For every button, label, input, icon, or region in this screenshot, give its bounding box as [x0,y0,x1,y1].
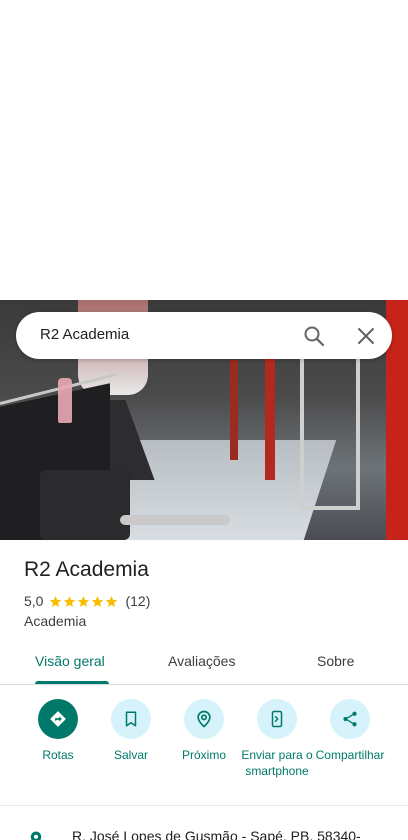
star-icon [64,595,76,607]
photo-bike-bar [120,515,230,525]
close-icon[interactable] [354,324,378,348]
star-icon [50,595,62,607]
star-icon [78,595,90,607]
nearby-button[interactable]: Próximo [164,699,244,763]
send-to-phone-icon [271,710,283,728]
save-label: Salvar [113,748,148,762]
place-category: Academia [24,613,87,629]
address-text: R. José Lopes de Gusmão - Sapé, PB, 5834… [72,828,361,840]
tab-reviews[interactable]: Avaliações [168,653,235,669]
tab-overview[interactable]: Visão geral [35,653,105,669]
place-title: R2 Academia [24,558,149,581]
send-to-phone-circle[interactable] [257,699,297,739]
location-pin-icon [30,831,42,840]
directions-circle[interactable] [38,699,78,739]
star-icon [92,595,104,607]
address-row[interactable]: R. José Lopes de Gusmão - Sapé, PB, 5834… [0,822,408,840]
search-icon[interactable] [302,324,326,348]
map-blank-area [0,0,408,300]
photo-bike [40,470,130,540]
tab-about[interactable]: Sobre [317,653,354,669]
nearby-icon [197,710,211,728]
search-input[interactable]: R2 Academia [40,326,129,343]
photo-rack [230,360,238,460]
rating-stars [49,595,119,608]
share-button[interactable]: Compartilhar [310,699,390,763]
nearby-circle[interactable] [184,699,224,739]
directions-button[interactable]: Rotas [18,699,98,763]
save-button[interactable]: Salvar [91,699,171,763]
search-bar[interactable]: R2 Academia [16,312,392,359]
save-circle[interactable] [111,699,151,739]
review-count: (12) [125,593,151,609]
send-to-phone-label: Enviar para o smartphone [241,748,313,778]
star-icon [106,595,118,607]
photo-bottle [58,378,72,423]
directions-icon [50,711,66,727]
tab-bar: Visão geral Avaliações Sobre [0,640,408,685]
tab-indicator [35,681,109,684]
section-divider [0,805,408,806]
send-to-phone-button[interactable]: Enviar para o smartphone [237,699,317,779]
rating-row[interactable]: 5,0 (12) [24,593,150,609]
bookmark-icon [125,711,137,727]
share-label: Compartilhar [315,748,385,762]
nearby-label: Próximo [181,748,226,762]
share-circle[interactable] [330,699,370,739]
share-icon [343,711,357,727]
photo-rack [265,340,275,480]
rating-value: 5,0 [24,593,44,609]
directions-label: Rotas [42,748,74,762]
